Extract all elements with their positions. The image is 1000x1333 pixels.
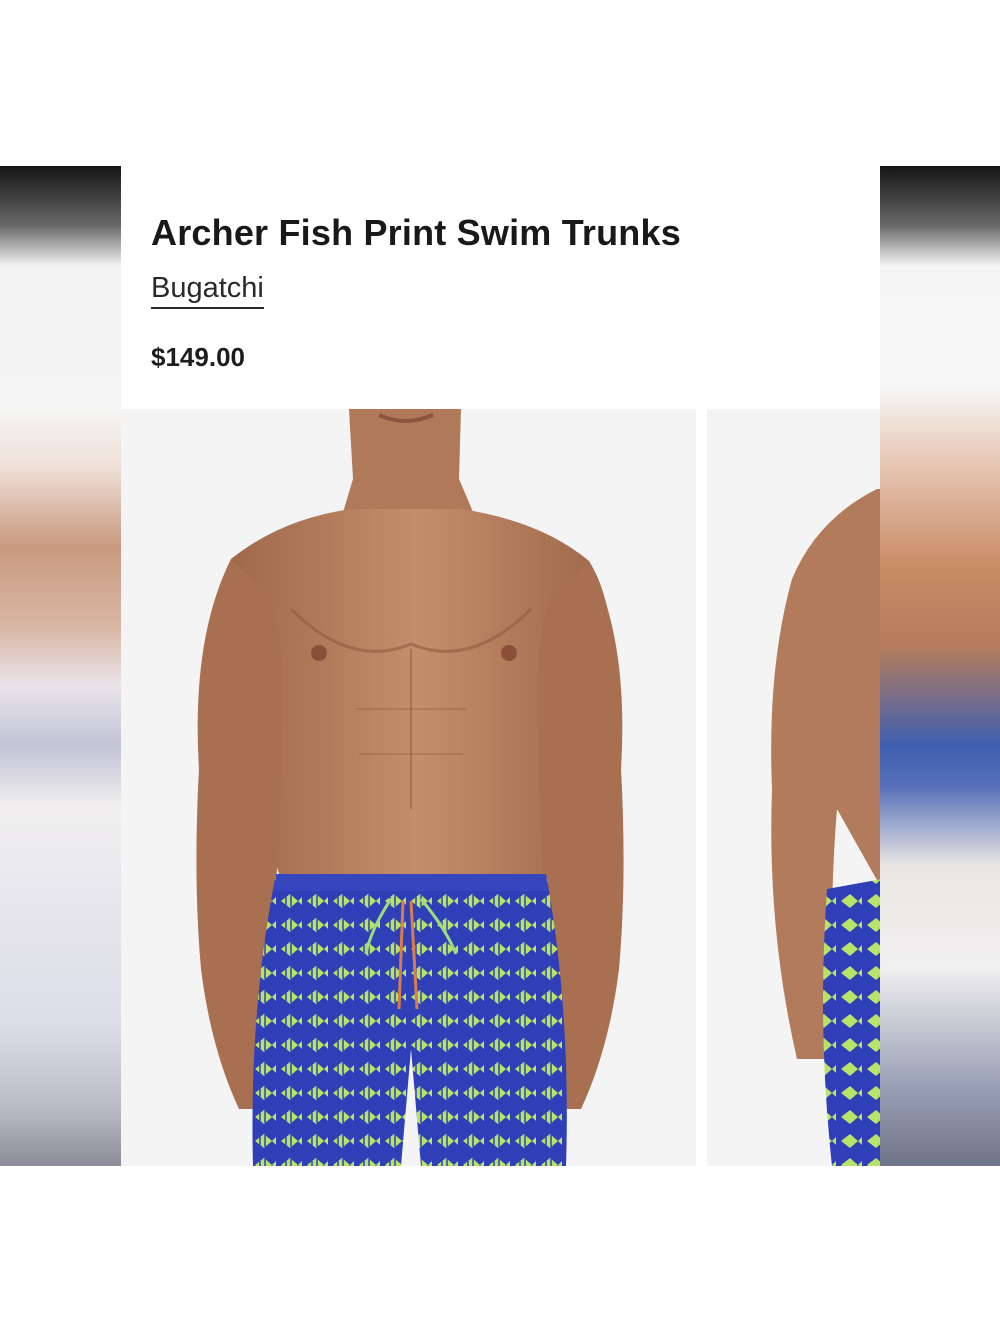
brand-link[interactable]: Bugatchi (151, 272, 264, 309)
product-header: Archer Fish Print Swim Trunks Bugatchi $… (121, 166, 880, 409)
blurred-background-left (0, 166, 121, 1166)
bottom-margin (0, 1166, 1000, 1333)
product-image-gallery[interactable] (121, 409, 880, 1166)
product-image-front[interactable] (121, 409, 696, 1166)
product-title: Archer Fish Print Swim Trunks (151, 212, 681, 253)
product-price: $149.00 (151, 342, 245, 372)
top-margin (0, 0, 1000, 166)
blurred-background-right (880, 166, 1000, 1166)
product-image-side[interactable] (707, 409, 880, 1166)
